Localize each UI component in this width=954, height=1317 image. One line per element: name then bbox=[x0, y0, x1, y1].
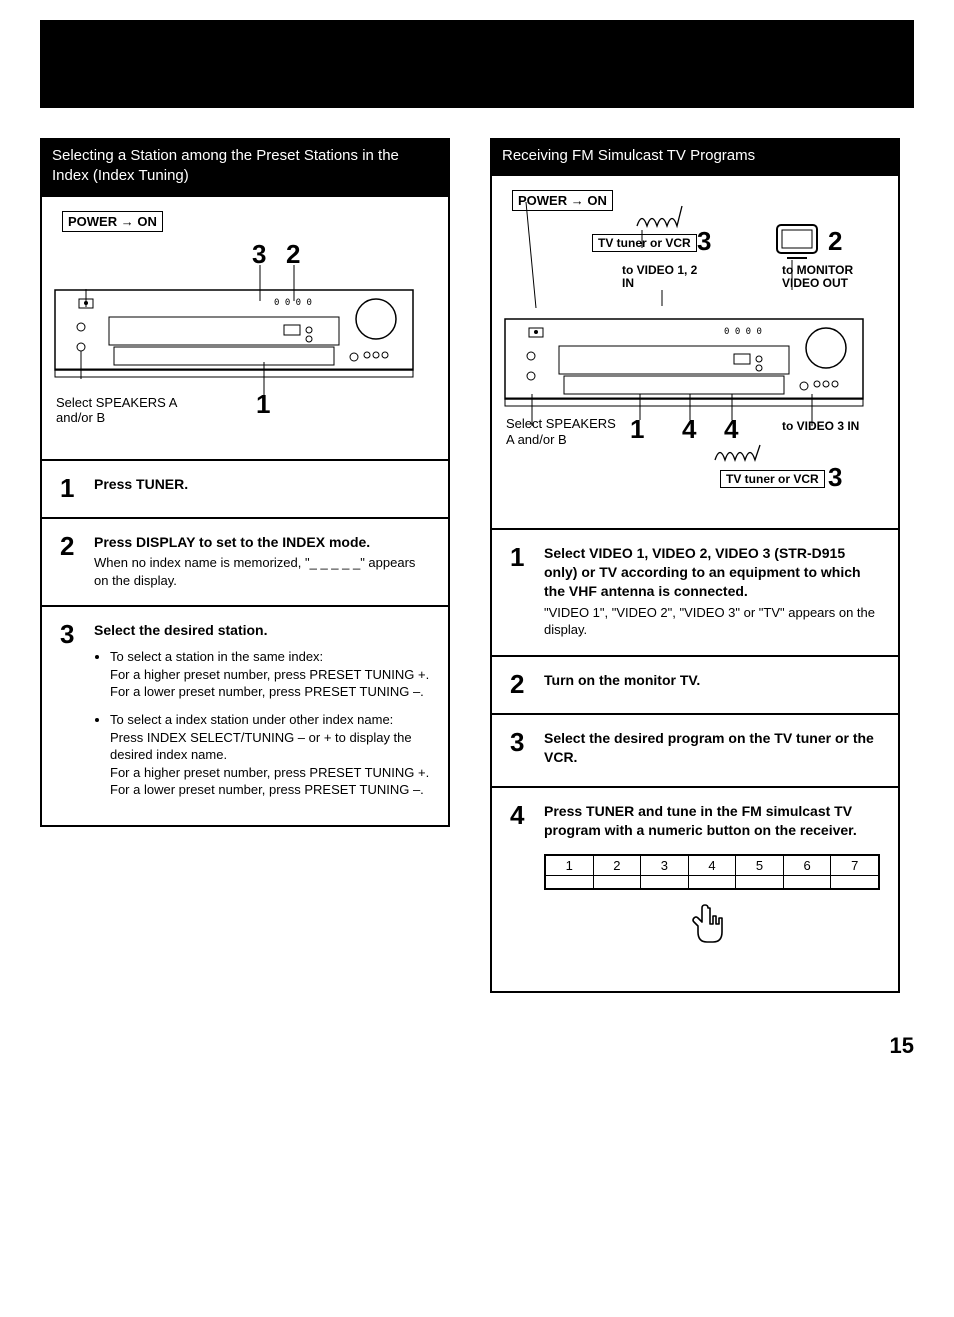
numeric-button[interactable]: 3 bbox=[641, 855, 689, 876]
numeric-button[interactable]: 6 bbox=[783, 855, 831, 876]
step-number: 1 bbox=[510, 544, 530, 570]
speakers-caption: Select SPEAKERS A and/or B bbox=[56, 395, 186, 426]
right-column: Receiving FM Simulcast TV Programs POWER… bbox=[490, 138, 900, 993]
step-head: Select the desired station. bbox=[94, 621, 430, 640]
left-section-title: Selecting a Station among the Preset Sta… bbox=[40, 138, 450, 197]
step-number: 2 bbox=[510, 671, 530, 697]
step-number: 1 bbox=[60, 475, 80, 501]
right-step-4: 4 Press TUNER and tune in the FM simulca… bbox=[492, 788, 898, 991]
right-diagram: POWER → ON TV tuner or VCR 3 2 to VIDEO … bbox=[492, 176, 898, 530]
callout-lines bbox=[42, 197, 442, 427]
left-step-3: 3 Select the desired station. To select … bbox=[42, 607, 448, 824]
hand-pointer-row bbox=[544, 900, 880, 975]
hand-pointer-icon bbox=[692, 904, 732, 950]
step-head: Press TUNER and tune in the FM simulcast… bbox=[544, 802, 880, 840]
numeric-button[interactable]: 1 bbox=[546, 855, 594, 876]
numeric-button[interactable]: 4 bbox=[688, 855, 736, 876]
left-step-1: 1 Press TUNER. bbox=[42, 461, 448, 519]
right-step-3: 3 Select the desired program on the TV t… bbox=[492, 715, 898, 788]
step-head: Press DISPLAY to set to the INDEX mode. bbox=[94, 533, 430, 552]
numeric-button[interactable]: 2 bbox=[593, 855, 641, 876]
list-item: To select a station in the same index: F… bbox=[110, 648, 430, 701]
step-bullet-list: To select a station in the same index: F… bbox=[94, 648, 430, 798]
left-section-body: POWER → ON 3 2 1 bbox=[40, 197, 450, 827]
right-section-body: POWER → ON TV tuner or VCR 3 2 to VIDEO … bbox=[490, 176, 900, 992]
page-content: Selecting a Station among the Preset Sta… bbox=[0, 108, 954, 1033]
left-step-2: 2 Press DISPLAY to set to the INDEX mode… bbox=[42, 519, 448, 608]
step-body-text: When no index name is memorized, "_ _ _ … bbox=[94, 554, 430, 589]
step-number: 2 bbox=[60, 533, 80, 559]
step-number: 3 bbox=[510, 729, 530, 755]
top-header-bar bbox=[40, 20, 914, 108]
left-diagram: POWER → ON 3 2 1 bbox=[42, 197, 448, 461]
numeric-button[interactable]: 5 bbox=[736, 855, 784, 876]
step-number: 4 bbox=[510, 802, 530, 828]
callout-lines bbox=[492, 176, 892, 496]
left-column: Selecting a Station among the Preset Sta… bbox=[40, 138, 450, 827]
step-head: Select the desired program on the TV tun… bbox=[544, 729, 880, 767]
step-number: 3 bbox=[60, 621, 80, 647]
step-head: Turn on the monitor TV. bbox=[544, 671, 880, 690]
right-step-2: 2 Turn on the monitor TV. bbox=[492, 657, 898, 715]
numeric-button-strip: 1 2 3 4 5 6 7 bbox=[544, 854, 880, 891]
list-item: To select a index station under other in… bbox=[110, 711, 430, 799]
step-body-text: "VIDEO 1", "VIDEO 2", "VIDEO 3" or "TV" … bbox=[544, 604, 880, 639]
right-section-title: Receiving FM Simulcast TV Programs bbox=[490, 138, 900, 176]
step-head: Press TUNER. bbox=[94, 475, 430, 494]
step-head: Select VIDEO 1, VIDEO 2, VIDEO 3 (STR-D9… bbox=[544, 544, 880, 601]
numeric-button[interactable]: 7 bbox=[831, 855, 879, 876]
right-step-1: 1 Select VIDEO 1, VIDEO 2, VIDEO 3 (STR-… bbox=[492, 530, 898, 657]
page-number: 15 bbox=[0, 1033, 954, 1079]
